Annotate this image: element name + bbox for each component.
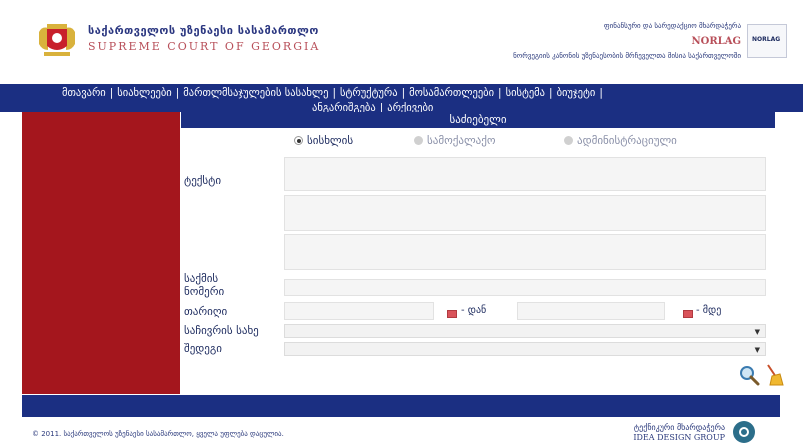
radio-administrative-label: ადმინისტრაციული bbox=[577, 134, 677, 147]
text-input-2[interactable] bbox=[284, 195, 766, 231]
search-panel-title: საძიებელი bbox=[181, 112, 775, 128]
nav-item-budget[interactable]: ბიუჯეტი bbox=[557, 87, 596, 99]
case-type-radio-group: სისხლის სამოქალაქო ადმინისტრაციული bbox=[290, 134, 790, 152]
court-name-georgian: საქართველოს უზენაესი სასამართლო bbox=[88, 24, 319, 37]
date-to-suffix: - მდე bbox=[696, 305, 722, 316]
date-label: თარიღი bbox=[184, 305, 228, 318]
search-icon[interactable] bbox=[738, 364, 760, 386]
nav-separator: | bbox=[379, 102, 384, 112]
date-from-suffix: - დან bbox=[461, 305, 487, 316]
designer-support-text: ტექნიკური მხარდაჭერა bbox=[633, 423, 725, 432]
broom-clear-icon[interactable] bbox=[762, 363, 784, 387]
designer-name[interactable]: IDEA DESIGN GROUP bbox=[633, 433, 725, 442]
partner-support-text: ფინანსური და სარედაქციო მხარდაჭერა bbox=[603, 22, 741, 30]
left-sidebar-banner bbox=[22, 112, 180, 394]
partner-mission-text: ნორვეგიის კანონის უზენაესობის მრჩეველთა … bbox=[513, 52, 741, 60]
footer-bar bbox=[22, 395, 780, 417]
radio-checked-icon[interactable] bbox=[294, 135, 303, 145]
date-from-input[interactable] bbox=[284, 302, 434, 320]
claim-type-label: საჩივრის სახე bbox=[184, 324, 259, 337]
idea-design-logo-icon[interactable] bbox=[733, 421, 755, 443]
claim-type-select[interactable]: ▼ bbox=[284, 324, 766, 338]
nav-item-judges[interactable]: მოსამართლეები bbox=[409, 87, 494, 99]
text-input-3[interactable] bbox=[284, 234, 766, 270]
main-nav: მთავარი | სიახლეები | მართლმსაჯულების სასახლ… bbox=[0, 84, 803, 112]
case-number-input[interactable] bbox=[284, 279, 766, 296]
radio-civil-label: სამოქალაქო bbox=[427, 134, 496, 147]
nav-separator: | bbox=[549, 87, 553, 99]
nav-separator: | bbox=[401, 87, 406, 99]
nav-item-reports[interactable]: ანგარიშგება bbox=[312, 102, 376, 112]
page-header: საქართველოს უზენაესი სასამართლო SUPREME … bbox=[0, 0, 803, 84]
partner-name: NORLAG bbox=[691, 36, 742, 47]
nav-item-system[interactable]: სისტემა bbox=[506, 87, 545, 99]
calendar-icon[interactable] bbox=[683, 310, 693, 318]
nav-item-justice-palace[interactable]: მართლმსაჯულების სასახლე bbox=[183, 87, 328, 99]
case-number-label-2: ნომერი bbox=[184, 285, 225, 298]
radio-administrative[interactable]: ადმინისტრაციული bbox=[564, 134, 677, 147]
radio-criminal-label: სისხლის bbox=[307, 134, 354, 147]
nav-row-2: ანგარიშგება | არქივები bbox=[312, 102, 433, 112]
text-input-1[interactable] bbox=[284, 157, 766, 191]
result-select[interactable]: ▼ bbox=[284, 342, 766, 356]
nav-item-archives[interactable]: არქივები bbox=[387, 102, 433, 112]
chevron-down-icon: ▼ bbox=[754, 346, 760, 354]
result-label: შედეგი bbox=[184, 342, 222, 355]
date-to-input[interactable] bbox=[517, 302, 665, 320]
nav-separator: | bbox=[109, 87, 114, 99]
calendar-icon[interactable] bbox=[447, 310, 457, 318]
norlag-logo-text: NORLAG bbox=[752, 36, 781, 43]
chevron-down-icon: ▼ bbox=[754, 328, 760, 336]
coat-of-arms-icon[interactable] bbox=[36, 18, 78, 60]
copyright-text: © 2011. საქართველოს უზენაესი სასამართლო,… bbox=[32, 430, 284, 438]
radio-civil[interactable]: სამოქალაქო bbox=[414, 134, 496, 147]
nav-separator: | bbox=[332, 87, 336, 99]
court-name-english: SUPREME COURT OF GEORGIA bbox=[88, 40, 321, 53]
text-field-label: ტექსტი bbox=[184, 174, 222, 187]
nav-item-home[interactable]: მთავარი bbox=[62, 87, 106, 99]
nav-separator: | bbox=[599, 87, 603, 99]
nav-item-news[interactable]: სიახლეები bbox=[117, 87, 171, 99]
case-number-label: საქმის bbox=[184, 272, 219, 285]
radio-unchecked-icon[interactable] bbox=[414, 135, 423, 145]
radio-unchecked-icon[interactable] bbox=[564, 135, 573, 145]
nav-row-1: მთავარი | სიახლეები | მართლმსაჯულების სასახლ… bbox=[62, 87, 607, 99]
nav-item-structure[interactable]: სტრუქტურა bbox=[340, 87, 398, 99]
nav-separator: | bbox=[498, 87, 502, 99]
norlag-logo[interactable]: NORLAG bbox=[747, 24, 787, 58]
nav-separator: | bbox=[175, 87, 180, 99]
radio-criminal[interactable]: სისხლის bbox=[294, 134, 353, 147]
